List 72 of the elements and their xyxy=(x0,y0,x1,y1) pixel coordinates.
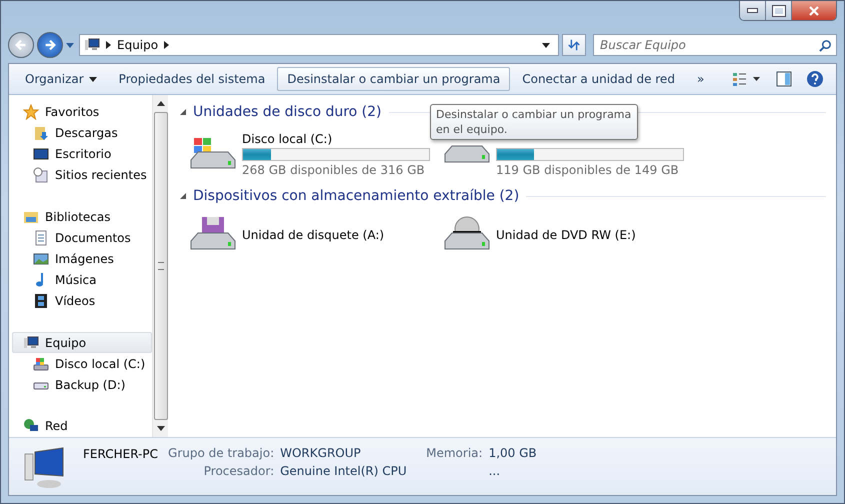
computer-icon xyxy=(23,334,39,351)
sidebar-item[interactable]: Escritorio xyxy=(12,143,152,165)
folder-download-icon xyxy=(33,124,49,141)
more-button[interactable]: » xyxy=(686,67,714,91)
collapse-arrow-icon[interactable] xyxy=(180,109,186,115)
field-value: Genuine Intel(R) CPU xyxy=(280,464,408,478)
close-icon xyxy=(809,6,819,16)
back-arrow-icon xyxy=(14,38,28,52)
drive-icon xyxy=(33,356,49,372)
sidebar-item[interactable]: Documentos xyxy=(12,227,152,248)
toolbar-button[interactable]: Propiedades del sistema xyxy=(108,67,276,91)
collapse-arrow-icon[interactable] xyxy=(180,193,186,199)
free-space-text: 268 GB disponibles de 316 GB xyxy=(242,162,426,176)
organize-menu-button[interactable]: Organizar xyxy=(15,67,107,91)
address-bar[interactable]: Equipo xyxy=(79,34,559,56)
search-icon[interactable] xyxy=(819,39,832,52)
help-icon xyxy=(806,70,824,88)
dropdown-caret-icon[interactable] xyxy=(542,42,550,48)
sidebar-item[interactable]: Disco local (C:) xyxy=(12,353,152,375)
back-button[interactable] xyxy=(8,32,34,58)
free-space-text: 119 GB disponibles de 149 GB xyxy=(496,163,680,177)
scroll-up-icon[interactable] xyxy=(156,101,164,106)
caret-icon xyxy=(88,76,97,82)
hard-drive-icon xyxy=(444,145,490,163)
scroll-down-icon[interactable] xyxy=(156,426,164,431)
sidebar-item[interactable]: Backup (D:) xyxy=(12,374,152,396)
field-label: Memoria: xyxy=(426,446,483,460)
forward-arrow-icon xyxy=(43,38,57,52)
sidebar-item[interactable]: Sitios recientes xyxy=(12,164,152,186)
sidebar-item[interactable]: Equipo xyxy=(12,332,152,354)
toolbar-button[interactable]: Conectar a unidad de red xyxy=(512,67,685,91)
drive-name: Disco local (C:) xyxy=(242,132,334,146)
field-value: 1,00 GB xyxy=(488,446,537,460)
document-icon xyxy=(33,230,49,246)
film-icon xyxy=(33,293,49,310)
group-header[interactable]: Unidades de disco duro (2) xyxy=(193,104,382,120)
sidebar-item[interactable]: Vídeos xyxy=(12,290,152,312)
preview-pane-icon xyxy=(776,71,792,87)
search-field[interactable]: Buscar Equipo xyxy=(593,34,837,56)
forward-button[interactable] xyxy=(37,32,63,58)
scrollbar[interactable] xyxy=(152,95,168,437)
refresh-arrows-icon xyxy=(567,38,581,52)
field-value: ... xyxy=(488,464,502,478)
breadcrumb[interactable]: Equipo xyxy=(117,38,158,52)
sidebar-item[interactable]: Música xyxy=(12,270,152,291)
image-icon xyxy=(33,251,49,268)
view-list-icon xyxy=(732,71,762,87)
tooltip: Desinstalar o cambiar un programa en el equipo. xyxy=(430,104,638,140)
star-icon xyxy=(23,104,39,120)
close-button[interactable] xyxy=(792,1,836,20)
breadcrumb-arrow-icon[interactable] xyxy=(164,41,170,49)
desktop-icon xyxy=(33,146,49,162)
maximize-button[interactable] xyxy=(766,1,792,20)
recent-pages-caret-icon[interactable] xyxy=(66,42,74,48)
minimize-button[interactable] xyxy=(740,1,766,20)
breadcrumb-arrow-icon[interactable] xyxy=(106,41,111,49)
computer-name: FERCHER-PC xyxy=(83,447,158,461)
drive-name: Unidad de disquete (A:) xyxy=(242,228,384,242)
computer-icon xyxy=(84,37,100,53)
sidebar-item[interactable]: Bibliotecas xyxy=(12,206,152,228)
field-value: WORKGROUP xyxy=(280,446,362,460)
sidebar-item[interactable]: Imágenes xyxy=(12,248,152,270)
sidebar-item[interactable]: Favoritos xyxy=(12,101,152,122)
refresh-button[interactable] xyxy=(562,34,586,56)
toolbar-button[interactable]: Desinstalar o cambiar un programa xyxy=(277,67,510,91)
drive-name: Unidad de DVD RW (E:) xyxy=(496,228,636,242)
recent-places-icon xyxy=(33,167,49,184)
group-header[interactable]: Dispositivos con almacenamiento extraíble (2) xyxy=(193,188,520,204)
field-label: Grupo de trabajo: xyxy=(168,446,274,460)
sidebar-item[interactable]: Descargas xyxy=(12,122,152,144)
sidebar-item[interactable]: Red xyxy=(12,416,152,438)
field-label: Procesador: xyxy=(202,464,274,478)
